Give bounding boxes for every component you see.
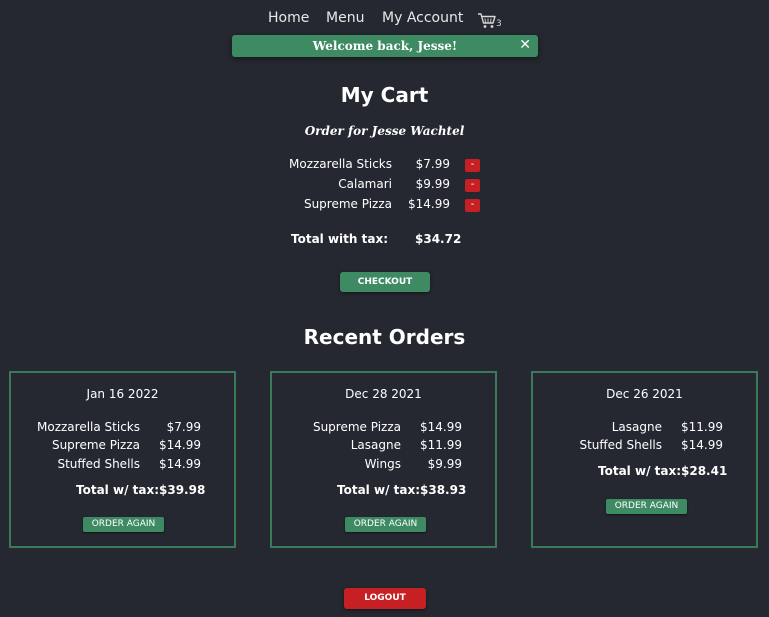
cart-item: Mozzarella Sticks $7.99 - <box>0 157 769 177</box>
cart-count-badge: 3 <box>496 19 502 29</box>
order-item: Lasagne $11.99 <box>533 420 756 438</box>
remove-item-button[interactable]: - <box>465 199 480 212</box>
order-card: Jan 16 2022 Mozzarella Sticks $7.99 Supr… <box>9 371 236 548</box>
order-item: Mozzarella Sticks $7.99 <box>11 420 234 438</box>
cart-item-name: Calamari <box>338 177 392 191</box>
remove-item-button[interactable]: - <box>465 159 480 172</box>
nav-home-link[interactable]: Home <box>268 10 309 26</box>
cart-total-value: $34.72 <box>415 232 462 246</box>
top-nav: Home Menu My Account 3 <box>0 8 769 30</box>
cart-item-name: Mozzarella Sticks <box>289 157 392 171</box>
order-item-name: Stuffed Shells <box>57 457 140 471</box>
order-item-name: Stuffed Shells <box>579 438 662 452</box>
order-item-name: Supreme Pizza <box>312 420 401 434</box>
order-item: Stuffed Shells $14.99 <box>533 438 756 456</box>
order-card: Dec 28 2021 Supreme Pizza $14.99 Lasagne… <box>270 371 497 548</box>
remove-item-button[interactable]: - <box>465 179 480 192</box>
order-item-name: Wings <box>364 457 401 471</box>
cart-item-name: Supreme Pizza <box>303 197 392 211</box>
order-item-price: $9.99 <box>427 457 462 471</box>
welcome-toast: Welcome back, Jesse! ✕ <box>232 35 538 57</box>
order-date: Dec 28 2021 <box>345 387 422 401</box>
cart-title: My Cart <box>340 83 429 107</box>
order-item: Supreme Pizza $14.99 <box>272 420 495 438</box>
logout-button[interactable]: LOGOUT <box>344 588 426 609</box>
order-item-name: Lasagne <box>611 420 662 434</box>
order-total-value: $38.93 <box>420 483 467 497</box>
order-item-price: $7.99 <box>166 420 201 434</box>
order-item: Supreme Pizza $14.99 <box>11 438 234 456</box>
order-item-price: $11.99 <box>420 438 462 452</box>
cart-item: Supreme Pizza $14.99 - <box>0 197 769 217</box>
cart-total-label: Total with tax: <box>291 232 388 246</box>
order-for-label: Order for Jesse Wachtel <box>304 124 465 138</box>
nav-menu-link[interactable]: Menu <box>326 10 364 26</box>
order-total-value: $39.98 <box>159 483 206 497</box>
order-item-name: Lasagne <box>350 438 401 452</box>
order-again-button[interactable]: ORDER AGAIN <box>345 517 426 532</box>
order-item: Lasagne $11.99 <box>272 438 495 456</box>
order-date: Dec 26 2021 <box>606 387 683 401</box>
order-total-label: Total w/ tax: <box>337 483 420 497</box>
order-item-price: $14.99 <box>420 420 462 434</box>
shopping-cart-icon[interactable] <box>477 12 497 30</box>
cart-item-price: $7.99 <box>415 157 450 171</box>
toast-message: Welcome back, Jesse! <box>312 39 458 53</box>
recent-orders-title: Recent Orders <box>303 325 466 349</box>
order-item-price: $11.99 <box>681 420 723 434</box>
order-again-button[interactable]: ORDER AGAIN <box>606 499 687 514</box>
cart-item: Calamari $9.99 - <box>0 177 769 197</box>
order-item-price: $14.99 <box>681 438 723 452</box>
cart-item-price: $14.99 <box>408 197 450 211</box>
order-total-label: Total w/ tax: <box>76 483 159 497</box>
order-total-label: Total w/ tax: <box>598 464 681 478</box>
order-item: Wings $9.99 <box>272 457 495 475</box>
order-date: Jan 16 2022 <box>86 387 159 401</box>
cart-item-price: $9.99 <box>415 177 450 191</box>
order-total-value: $28.41 <box>681 464 728 478</box>
toast-close-button[interactable]: ✕ <box>519 37 531 53</box>
nav-account-link[interactable]: My Account <box>382 10 463 26</box>
order-item-price: $14.99 <box>159 457 201 471</box>
order-again-button[interactable]: ORDER AGAIN <box>83 517 164 532</box>
order-item-price: $14.99 <box>159 438 201 452</box>
order-item-name: Supreme Pizza <box>51 438 140 452</box>
order-item-name: Mozzarella Sticks <box>37 420 140 434</box>
order-item: Stuffed Shells $14.99 <box>11 457 234 475</box>
checkout-button[interactable]: CHECKOUT <box>340 272 430 292</box>
order-card: Dec 26 2021 Lasagne $11.99 Stuffed Shell… <box>531 371 758 548</box>
